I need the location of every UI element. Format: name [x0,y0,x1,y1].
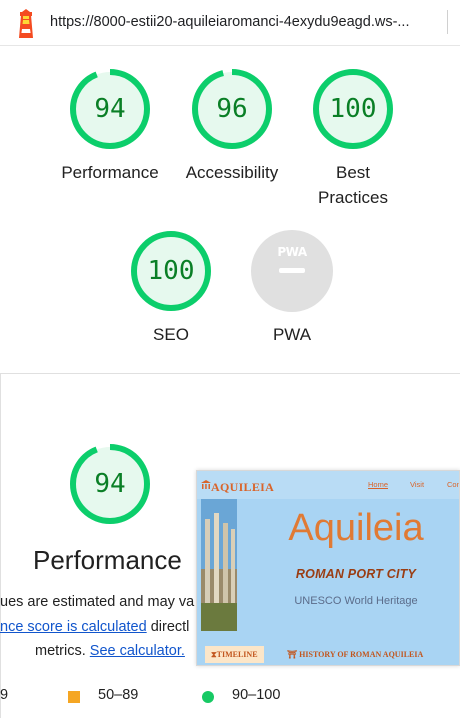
accessibility-score: 96 [216,94,248,124]
pwa-icon: PWA [277,245,307,259]
thumb-nav-contact: Con [447,480,460,489]
thumb-tagline: UNESCO World Heritage [294,595,418,607]
average-square-icon [68,691,80,703]
pass-dot-icon [202,691,214,703]
thumb-brand: AQUILEIA [211,480,275,494]
left-border [0,374,1,718]
legend-fail-range: 9 [0,687,9,703]
perf-description-metrics: metrics. [35,643,90,659]
thumb-nav-visit: Visit [410,480,425,489]
thumb-tab-timeline: ⧗TIMELINE [205,646,264,663]
performance-score: 94 [94,94,126,124]
address-bar: https://8000-estii20-aquileiaromanci-4ex… [0,0,460,46]
legend-pass-range: 90–100 [232,687,281,703]
perf-description-line2-rest: directl [146,619,190,635]
gauge-performance[interactable]: 94 [68,67,152,151]
performance-label: Performance [61,163,159,182]
best-practices-score: 100 [329,94,377,124]
gauge-seo[interactable]: 100 [129,229,213,313]
see-calculator-link[interactable]: See calculator. [90,643,185,659]
seo-label: SEO [153,325,189,344]
thumb-title: Aquileia [288,507,424,549]
thumb-columns-photo [201,499,237,631]
pwa-label: PWA [272,325,312,344]
gauge-best-practices[interactable]: 100 [311,67,395,151]
perf-description-line3: metrics. See calculator. [35,643,185,659]
gauge-accessibility[interactable]: 96 [190,67,274,151]
accessibility-label: Accessibility [185,163,279,182]
toolbar-divider [447,10,448,34]
thumb-tab-history: ⛩ HISTORY OF ROMAN AQUILEIA [281,646,429,663]
performance-title: Performance [33,545,182,575]
final-screenshot-thumbnail[interactable]: AQUILEIA Home Visit Con Aquileia ROMAN P… [196,470,460,666]
perf-description-line2: nce score is calculated directl [0,619,189,635]
perf-description-line1: ues are estimated and may va [0,594,195,610]
pwa-dash-icon [279,268,305,273]
section-divider [0,373,460,374]
lighthouse-icon [19,9,33,38]
best-practices-label-line2: Practices [318,188,388,207]
gauge-performance-large: 94 [68,442,152,526]
thumb-tab-timeline-label: TIMELINE [216,650,258,659]
best-practices-label-line1: Best [335,163,371,182]
seo-score: 100 [147,256,195,286]
thumb-subtitle: ROMAN PORT CITY [295,567,417,581]
best-practices-label: Best Practices [288,160,418,210]
temple-icon [201,480,211,489]
gauge-pwa[interactable]: PWA [251,230,333,312]
score-calculation-link[interactable]: nce score is calculated [0,619,147,635]
thumb-tab-history-label: HISTORY OF ROMAN AQUILEIA [299,650,424,659]
arch-icon: ⛩ [287,650,298,659]
thumb-nav-home: Home [368,480,389,489]
performance-large-score: 94 [94,469,126,499]
legend-average-range: 50–89 [98,687,139,703]
page-url[interactable]: https://8000-estii20-aquileiaromanci-4ex… [50,14,409,30]
